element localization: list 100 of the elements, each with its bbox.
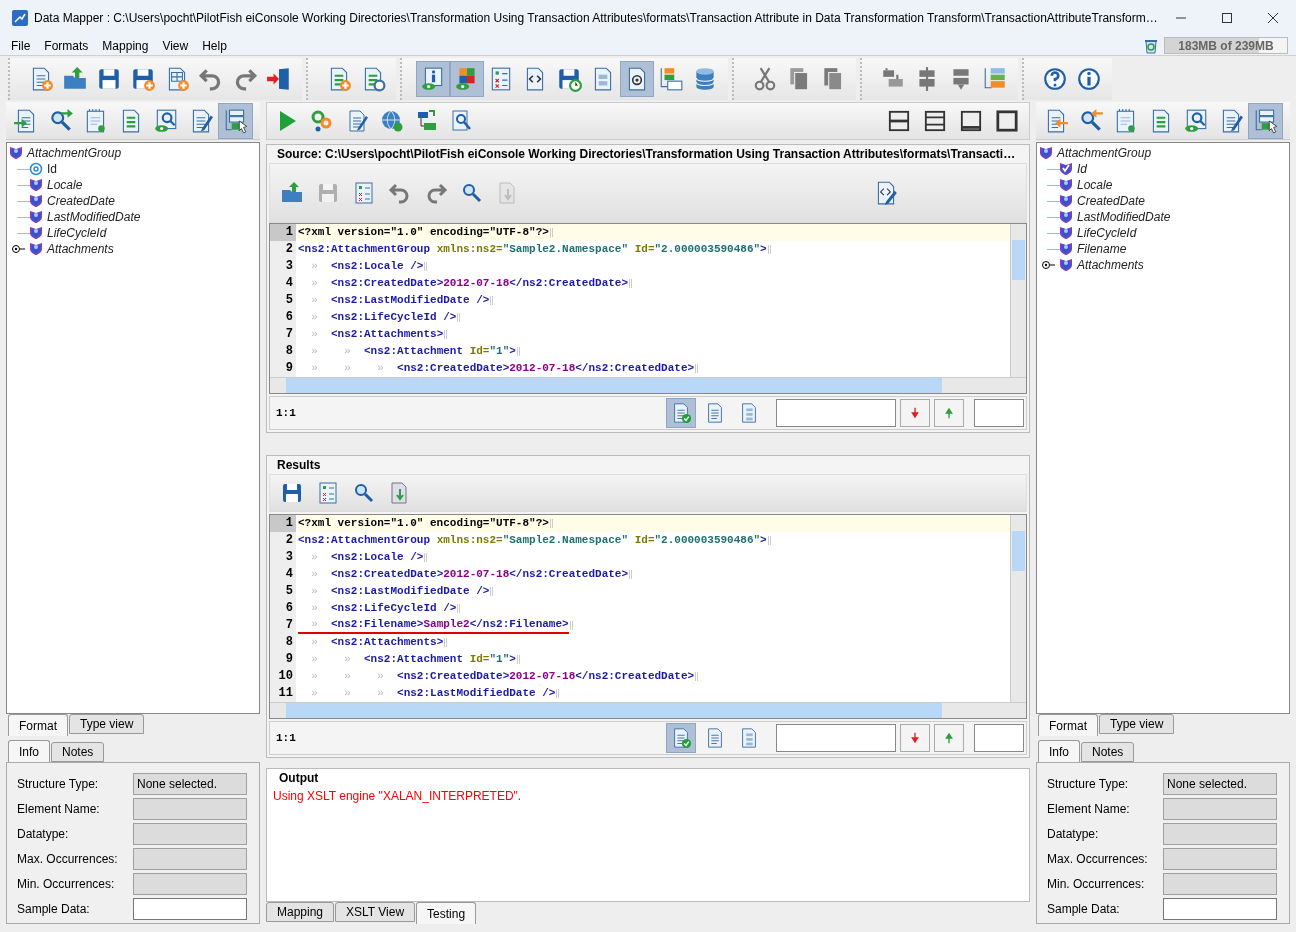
tree-item[interactable]: CreatedDate — [1077, 192, 1146, 210]
horizontal-scrollbar[interactable] — [270, 377, 1026, 393]
code-line: <?xml version="1.0" encoding="UTF-8"?> — [298, 516, 549, 531]
code-line: » <ns2:Attachments> — [310, 635, 444, 650]
expander-icon[interactable] — [1041, 260, 1055, 270]
code-line: » <ns2:LastModifiedDate /> — [310, 584, 490, 599]
code-line: » <ns2:Attachments> — [310, 327, 444, 342]
code-line: » » » <ns2:CreatedDate>2012-07-18</ns2:CreatedDate> — [310, 361, 695, 376]
code-line: » » <ns2:Attachment Id="1"> — [310, 344, 516, 359]
at-sign-icon — [29, 162, 43, 176]
tab[interactable]: Info — [1038, 740, 1080, 762]
document-check-icon[interactable] — [666, 398, 696, 428]
tab[interactable]: Mapping — [266, 902, 335, 922]
line-number: 6 — [284, 600, 294, 617]
arrow-down-icon[interactable] — [900, 399, 930, 427]
vertical-scrollbar[interactable] — [1010, 224, 1026, 377]
line-number: 6 — [284, 309, 294, 326]
panel-title: Output — [278, 770, 320, 787]
tab[interactable]: Type view — [1099, 714, 1175, 734]
shield-icon — [1039, 146, 1053, 160]
code-line: » <ns2:Locale /> — [310, 550, 424, 565]
field-label: Max. Occurrences: — [17, 851, 119, 868]
field-label: Datatype: — [17, 826, 70, 843]
code-line: » <ns2:LifeCycleId /> — [310, 310, 457, 325]
menu-item[interactable]: Help — [202, 36, 227, 55]
code-line: » » <ns2:Attachment Id="1"> — [310, 652, 516, 667]
shield-icon — [1059, 210, 1073, 224]
input-field[interactable] — [974, 399, 1024, 427]
tree-item[interactable]: LifeCycleId — [47, 224, 107, 242]
line-number: 10 — [277, 668, 294, 685]
tab[interactable]: Info — [8, 740, 50, 762]
at-sign-document-icon[interactable] — [620, 61, 654, 97]
input-field[interactable] — [974, 724, 1024, 752]
tree-item[interactable]: LifeCycleId — [1077, 224, 1137, 242]
line-number: 1 — [270, 224, 296, 241]
tree-item[interactable]: Id — [47, 160, 57, 178]
document-check-icon[interactable] — [666, 723, 696, 753]
line-number: 1 — [270, 515, 296, 532]
code-line: » <ns2:Filename>Sample2</ns2:Filename> — [298, 617, 569, 634]
field-label: Min. Occurrences: — [17, 876, 116, 893]
shield-icon — [29, 178, 43, 192]
tab[interactable]: Format — [8, 714, 68, 736]
tree-item[interactable]: Id — [1077, 160, 1087, 178]
input-field[interactable] — [133, 898, 247, 920]
input-field[interactable] — [1163, 898, 1277, 920]
arrow-up-icon[interactable] — [934, 399, 964, 427]
tab[interactable]: Notes — [1081, 742, 1135, 762]
tab[interactable]: Testing — [416, 902, 477, 924]
shield-icon — [1059, 194, 1073, 208]
search-field[interactable] — [776, 399, 896, 427]
tab[interactable]: XSLT View — [335, 902, 416, 922]
shield-icon — [29, 210, 43, 224]
tree-pointer-icon[interactable] — [218, 102, 253, 139]
tree-item[interactable]: CreatedDate — [47, 192, 116, 210]
code-line: » <ns2:CreatedDate>2012-07-18</ns2:CreatedDate> — [310, 276, 629, 291]
vertical-scrollbar[interactable] — [1010, 515, 1026, 702]
tree-item[interactable]: AttachmentGroup — [1057, 144, 1152, 162]
tree-item[interactable]: LastModifiedDate — [1077, 208, 1171, 226]
tab[interactable]: Notes — [51, 742, 105, 762]
garbage-collect-icon[interactable] — [1144, 37, 1158, 54]
tree-item[interactable]: Locale — [1077, 176, 1113, 194]
line-number: 8 — [284, 343, 294, 360]
tree-item[interactable]: Attachments — [47, 240, 114, 258]
tree-item[interactable]: Filename — [1077, 240, 1127, 258]
line-number: 3 — [284, 258, 294, 275]
tab[interactable]: Type view — [69, 714, 145, 734]
code-editor[interactable] — [269, 223, 1027, 394]
line-number: 7 — [284, 617, 294, 634]
cursor-position: 1:1 — [276, 405, 296, 421]
horizontal-scrollbar[interactable] — [270, 702, 1026, 718]
cursor-position: 1:1 — [276, 730, 296, 746]
shield-icon — [29, 226, 43, 240]
tree-item[interactable]: AttachmentGroup — [27, 144, 122, 162]
panel-title: Results — [276, 457, 322, 474]
tree-item[interactable]: Attachments — [1077, 256, 1144, 274]
code-line: » » » <ns2:LastModifiedDate /> — [310, 686, 556, 701]
color-grid-view-icon[interactable] — [450, 61, 484, 97]
line-number: 9 — [284, 360, 294, 377]
tree-item[interactable]: LastModifiedDate — [47, 208, 141, 226]
code-line: » <ns2:LastModifiedDate /> — [310, 293, 490, 308]
info-view-icon[interactable] — [416, 61, 450, 97]
menu-item[interactable]: File — [11, 36, 31, 55]
menu-item[interactable]: Mapping — [102, 36, 149, 55]
tree-pointer-icon[interactable] — [1248, 102, 1283, 139]
field-label: Min. Occurrences: — [1047, 876, 1146, 893]
line-number: 4 — [284, 275, 294, 292]
menu-item[interactable]: Formats — [44, 36, 89, 55]
arrow-down-icon[interactable] — [900, 724, 930, 752]
menu-item[interactable]: View — [162, 36, 189, 55]
code-line: <ns2:AttachmentGroup xmlns:ns2="Sample2.Namespace" Id="2.000003590486"> — [298, 242, 767, 257]
code-editor[interactable] — [269, 514, 1027, 719]
tab[interactable]: Format — [1038, 714, 1098, 736]
expander-icon[interactable] — [11, 244, 25, 254]
shield-icon — [1059, 242, 1073, 256]
tree-item[interactable]: Locale — [47, 176, 83, 194]
line-number: 2 — [284, 241, 294, 258]
code-line: » <ns2:LifeCycleId /> — [310, 601, 457, 616]
search-field[interactable] — [776, 724, 896, 752]
arrow-up-icon[interactable] — [934, 724, 964, 752]
shield-icon — [9, 146, 23, 160]
